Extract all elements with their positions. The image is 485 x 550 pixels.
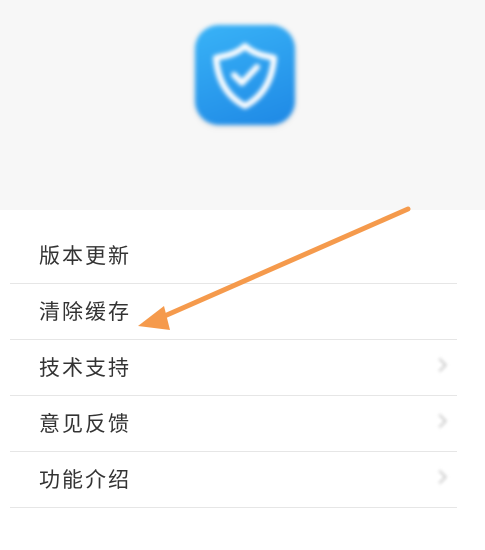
app-icon [195, 25, 295, 125]
menu-item-feature-intro[interactable]: 功能介绍 [10, 452, 457, 508]
menu-item-label: 清除缓存 [39, 300, 131, 324]
menu-item-feedback[interactable]: 意见反馈 [10, 396, 457, 452]
settings-menu: 版本更新 清除缓存 技术支持 意见反馈 功能介绍 [0, 228, 485, 508]
shield-check-icon [213, 43, 277, 109]
menu-item-label: 版本更新 [39, 244, 131, 268]
chevron-right-icon [432, 357, 448, 373]
menu-item-technical-support[interactable]: 技术支持 [10, 340, 457, 396]
app-meta [165, 149, 335, 169]
app-header [0, 0, 485, 210]
menu-item-label: 技术支持 [39, 356, 131, 380]
menu-item-clear-cache[interactable]: 清除缓存 [10, 284, 457, 340]
chevron-right-icon [432, 413, 448, 429]
menu-item-version-update[interactable]: 版本更新 [10, 228, 457, 284]
menu-item-label: 意见反馈 [39, 412, 131, 436]
menu-item-label: 功能介绍 [39, 468, 131, 492]
chevron-right-icon [432, 469, 448, 485]
